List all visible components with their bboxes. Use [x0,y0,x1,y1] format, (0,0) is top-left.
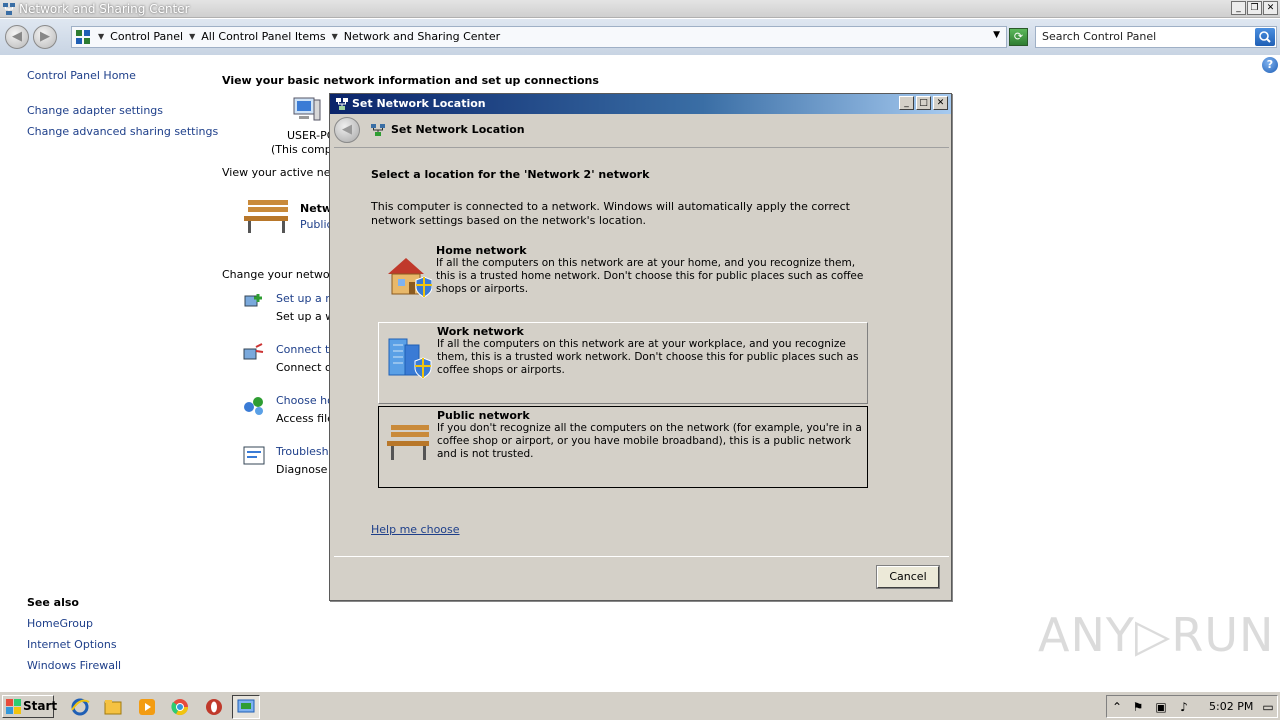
dialog-titlebar[interactable]: Set Network Location _ □ ✕ [330,94,951,114]
network-icon [336,98,348,110]
back-button[interactable]: ◀ [5,25,29,49]
network-center-icon [237,699,255,713]
change-adapter-settings-link[interactable]: Change adapter settings [27,104,163,117]
breadcrumb-control-panel[interactable]: Control Panel [110,30,183,43]
see-also-heading: See also [27,596,79,609]
internet-explorer-icon[interactable] [70,697,90,717]
taskbar-network-center[interactable] [232,695,260,719]
option-public-title: Public network [437,409,530,422]
help-me-choose-link[interactable]: Help me choose [371,523,460,536]
search-placeholder: Search Control Panel [1042,30,1157,43]
option-home-title: Home network [436,244,527,257]
setup-network-icon [244,294,262,307]
option-work-desc: If all the computers on this network are… [437,338,859,376]
computer-name: USER-PC [287,129,335,142]
work-building-icon [388,338,432,379]
search-icon[interactable] [1255,28,1275,46]
homegroup-link[interactable]: HomeGroup [27,617,93,630]
address-field[interactable]: ▼ Control Panel ▼ All Control Panel Item… [71,26,1007,48]
chevron-down-icon[interactable]: ▼ [332,32,338,41]
troubleshoot-icon [243,446,265,465]
media-player-icon[interactable] [137,697,157,717]
network-center-icon [3,3,15,15]
left-pane: Control Panel Home Change adapter settin… [0,55,218,691]
set-network-location-dialog: Set Network Location _ □ ✕ ◀ Set Network… [329,93,952,601]
bench-icon [244,200,288,233]
cancel-button[interactable]: Cancel [876,565,940,589]
option-public-desc: If you don't recognize all the computers… [437,422,862,460]
option-work-title: Work network [437,325,524,338]
chevron-down-icon[interactable]: ▼ [189,32,195,41]
chrome-icon[interactable] [170,697,190,717]
forward-button[interactable]: ▶ [33,25,57,49]
address-dropdown-icon[interactable]: ▼ [993,30,1000,40]
start-label: Start [23,699,58,713]
home-icon [388,258,432,298]
anyrun-watermark: ANY▷RUN [1038,608,1275,662]
computer-icon [293,97,321,121]
change-advanced-sharing-link[interactable]: Change advanced sharing settings [27,125,218,138]
volume-icon[interactable]: ♪ [1177,700,1191,714]
dialog-header-title: Set Network Location [391,123,525,136]
public-bench-icon [387,425,429,460]
dialog-intro: This computer is connected to a network.… [371,200,850,227]
help-icon[interactable]: ? [1262,57,1278,73]
dialog-heading: Select a location for the 'Network 2' ne… [371,168,650,181]
chevron-down-icon[interactable]: ▼ [98,32,104,41]
internet-options-link[interactable]: Internet Options [27,638,117,651]
close-button[interactable]: ✕ [1263,1,1278,15]
control-panel-icon [76,30,90,44]
page-title: View your basic network information and … [222,74,599,87]
start-button[interactable]: Start [2,695,58,718]
address-bar: ◀ ▶ ▼ Control Panel ▼ All Control Panel … [0,19,1280,55]
minimize-button[interactable]: _ [1231,1,1246,15]
task-connect-link[interactable]: Connect to [276,343,336,356]
windows-firewall-link[interactable]: Windows Firewall [27,659,121,672]
refresh-button[interactable]: ⟳ [1009,28,1028,46]
system-tray: ⌃ ⚑ ▣ ♪ 5:02 PM ▭ [1106,695,1278,718]
network-location-icon [371,124,385,136]
change-settings-label: Change your networki [222,268,344,281]
homegroup-icon [244,397,263,415]
windows-flag-icon [6,699,21,714]
clock[interactable]: 5:02 PM [1209,700,1253,713]
connect-network-icon [243,343,264,360]
dialog-title: Set Network Location [352,97,486,110]
action-center-flag-icon[interactable]: ⚑ [1131,700,1145,714]
option-public-network[interactable]: Public network If you don't recognize al… [378,406,868,488]
breadcrumb-all-items[interactable]: All Control Panel Items [201,30,325,43]
breadcrumb-network-center[interactable]: Network and Sharing Center [344,30,500,43]
task-troubleshoot-link[interactable]: Troublesho [276,445,335,458]
control-panel-home-link[interactable]: Control Panel Home [27,69,136,82]
dialog-maximize-button[interactable]: □ [916,96,931,110]
network-name: Netw [300,202,333,215]
option-home-desc: If all the computers on this network are… [436,257,864,295]
show-hidden-icons-icon[interactable]: ⌃ [1110,700,1124,714]
explorer-folder-icon[interactable] [103,697,123,717]
dialog-header: ◀ Set Network Location [330,114,951,146]
active-networks-label: View your active netw [222,166,344,179]
opera-icon[interactable] [204,697,224,717]
show-desktop-icon[interactable]: ▭ [1261,700,1275,714]
task-connect-desc: Connect or [276,361,337,374]
option-work-network[interactable]: Work network If all the computers on thi… [378,322,868,404]
option-home-network[interactable]: Home network If all the computers on thi… [378,242,868,324]
window-titlebar: Network and Sharing Center _ ❐ ✕ [0,0,1280,18]
taskbar: Start ⌃ ⚑ ▣ ♪ 5:02 PM ▭ [0,691,1280,720]
dialog-body: Select a location for the 'Network 2' ne… [334,147,949,557]
dialog-close-button[interactable]: ✕ [933,96,948,110]
window-title: Network and Sharing Center [19,2,190,16]
network-tray-icon[interactable]: ▣ [1154,700,1168,714]
maximize-button[interactable]: ❐ [1247,1,1262,15]
search-input[interactable]: Search Control Panel [1035,26,1277,48]
dialog-minimize-button[interactable]: _ [899,96,914,110]
network-type-link[interactable]: Public [300,218,333,231]
dialog-back-button[interactable]: ◀ [334,117,360,143]
